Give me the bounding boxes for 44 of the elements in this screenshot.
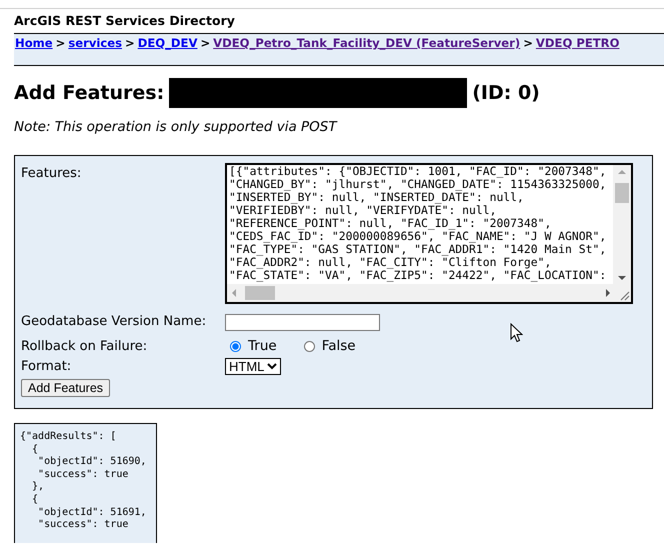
caret-icon (267, 363, 278, 370)
rollback-label: Rollback on Failure: (21, 338, 148, 354)
breadcrumb-separator: > (125, 36, 135, 50)
version-label: Geodatabase Version Name: (21, 314, 208, 328)
breadcrumb-link[interactable]: DEQ_DEV (138, 36, 198, 50)
radio-button[interactable] (304, 340, 315, 352)
json-line: "REFERENCE_POINT": null, "FAC_ID_1": "2007348", (229, 217, 552, 230)
format-dropdown[interactable]: HTML (225, 358, 282, 375)
add-features-button[interactable]: Add Features (21, 379, 110, 397)
result-line: "success": true (37, 519, 130, 532)
breadcrumb-link[interactable]: Home (15, 36, 53, 50)
radio-label: False (322, 338, 356, 354)
page-title: Add Features: (14, 82, 164, 104)
radio-button[interactable] (230, 340, 241, 352)
post-note: Note: This operation is only supported via POST (14, 119, 337, 135)
result-line: "success": true (37, 468, 130, 481)
mouse-pointer-icon (510, 323, 523, 343)
radio-label: True (248, 338, 277, 354)
breadcrumb-separator: > (200, 36, 210, 50)
json-line: "FAC_TYPE": "GAS STATION", "FAC_ADDR1": "1420 Main St", (229, 243, 608, 256)
breadcrumb-separator: > (523, 36, 533, 50)
features-label: Features: (21, 165, 82, 181)
breadcrumb-link[interactable]: services (68, 36, 122, 50)
features-textarea[interactable] (225, 163, 633, 304)
result-line: "objectId": 51690, (37, 456, 148, 469)
json-line: "INSERTED_BY": null, "INSERTED_DATE": null, (229, 191, 525, 204)
json-line: "FAC_ADDR2": null, "FAC_CITY": "Clifton Forge", (229, 256, 552, 269)
breadcrumb-separator: > (56, 36, 66, 50)
breadcrumb-link[interactable]: VDEQ PETRO (536, 36, 620, 50)
result-line: { (31, 494, 40, 507)
json-line: "VERIFIEDBY": null, "VERIFYDATE": null, (229, 204, 498, 217)
json-line: "CHANGED_BY": "jlhurst", "CHANGED_DATE": 1154363325000, (229, 178, 608, 191)
layer-id: (ID: 0) (472, 82, 540, 104)
result-line: { (31, 444, 40, 456)
version-input[interactable] (225, 314, 380, 331)
site-title: ArcGIS REST Services Directory (14, 13, 235, 28)
json-line: "FAC_STATE": "VA", "FAC_ZIP5": "24422", "FAC_LOCATION": (229, 269, 608, 282)
result-line: "objectId": 51691, (37, 506, 148, 520)
format-label: Format: (21, 359, 72, 374)
result-line: }, (31, 481, 46, 494)
json-line: "CEDS_FAC_ID": "200000089656", "FAC_NAME": "J W AGNOR", (229, 230, 608, 243)
json-line: [{"attributes": {"OBJECTID": 1001, "FAC_ID": "2007348", (229, 165, 608, 178)
breadcrumb-link[interactable]: VDEQ_Petro_Tank_Facility_DEV (FeatureServer) (213, 36, 520, 50)
result-line: {"addResults": [ (20, 431, 118, 444)
